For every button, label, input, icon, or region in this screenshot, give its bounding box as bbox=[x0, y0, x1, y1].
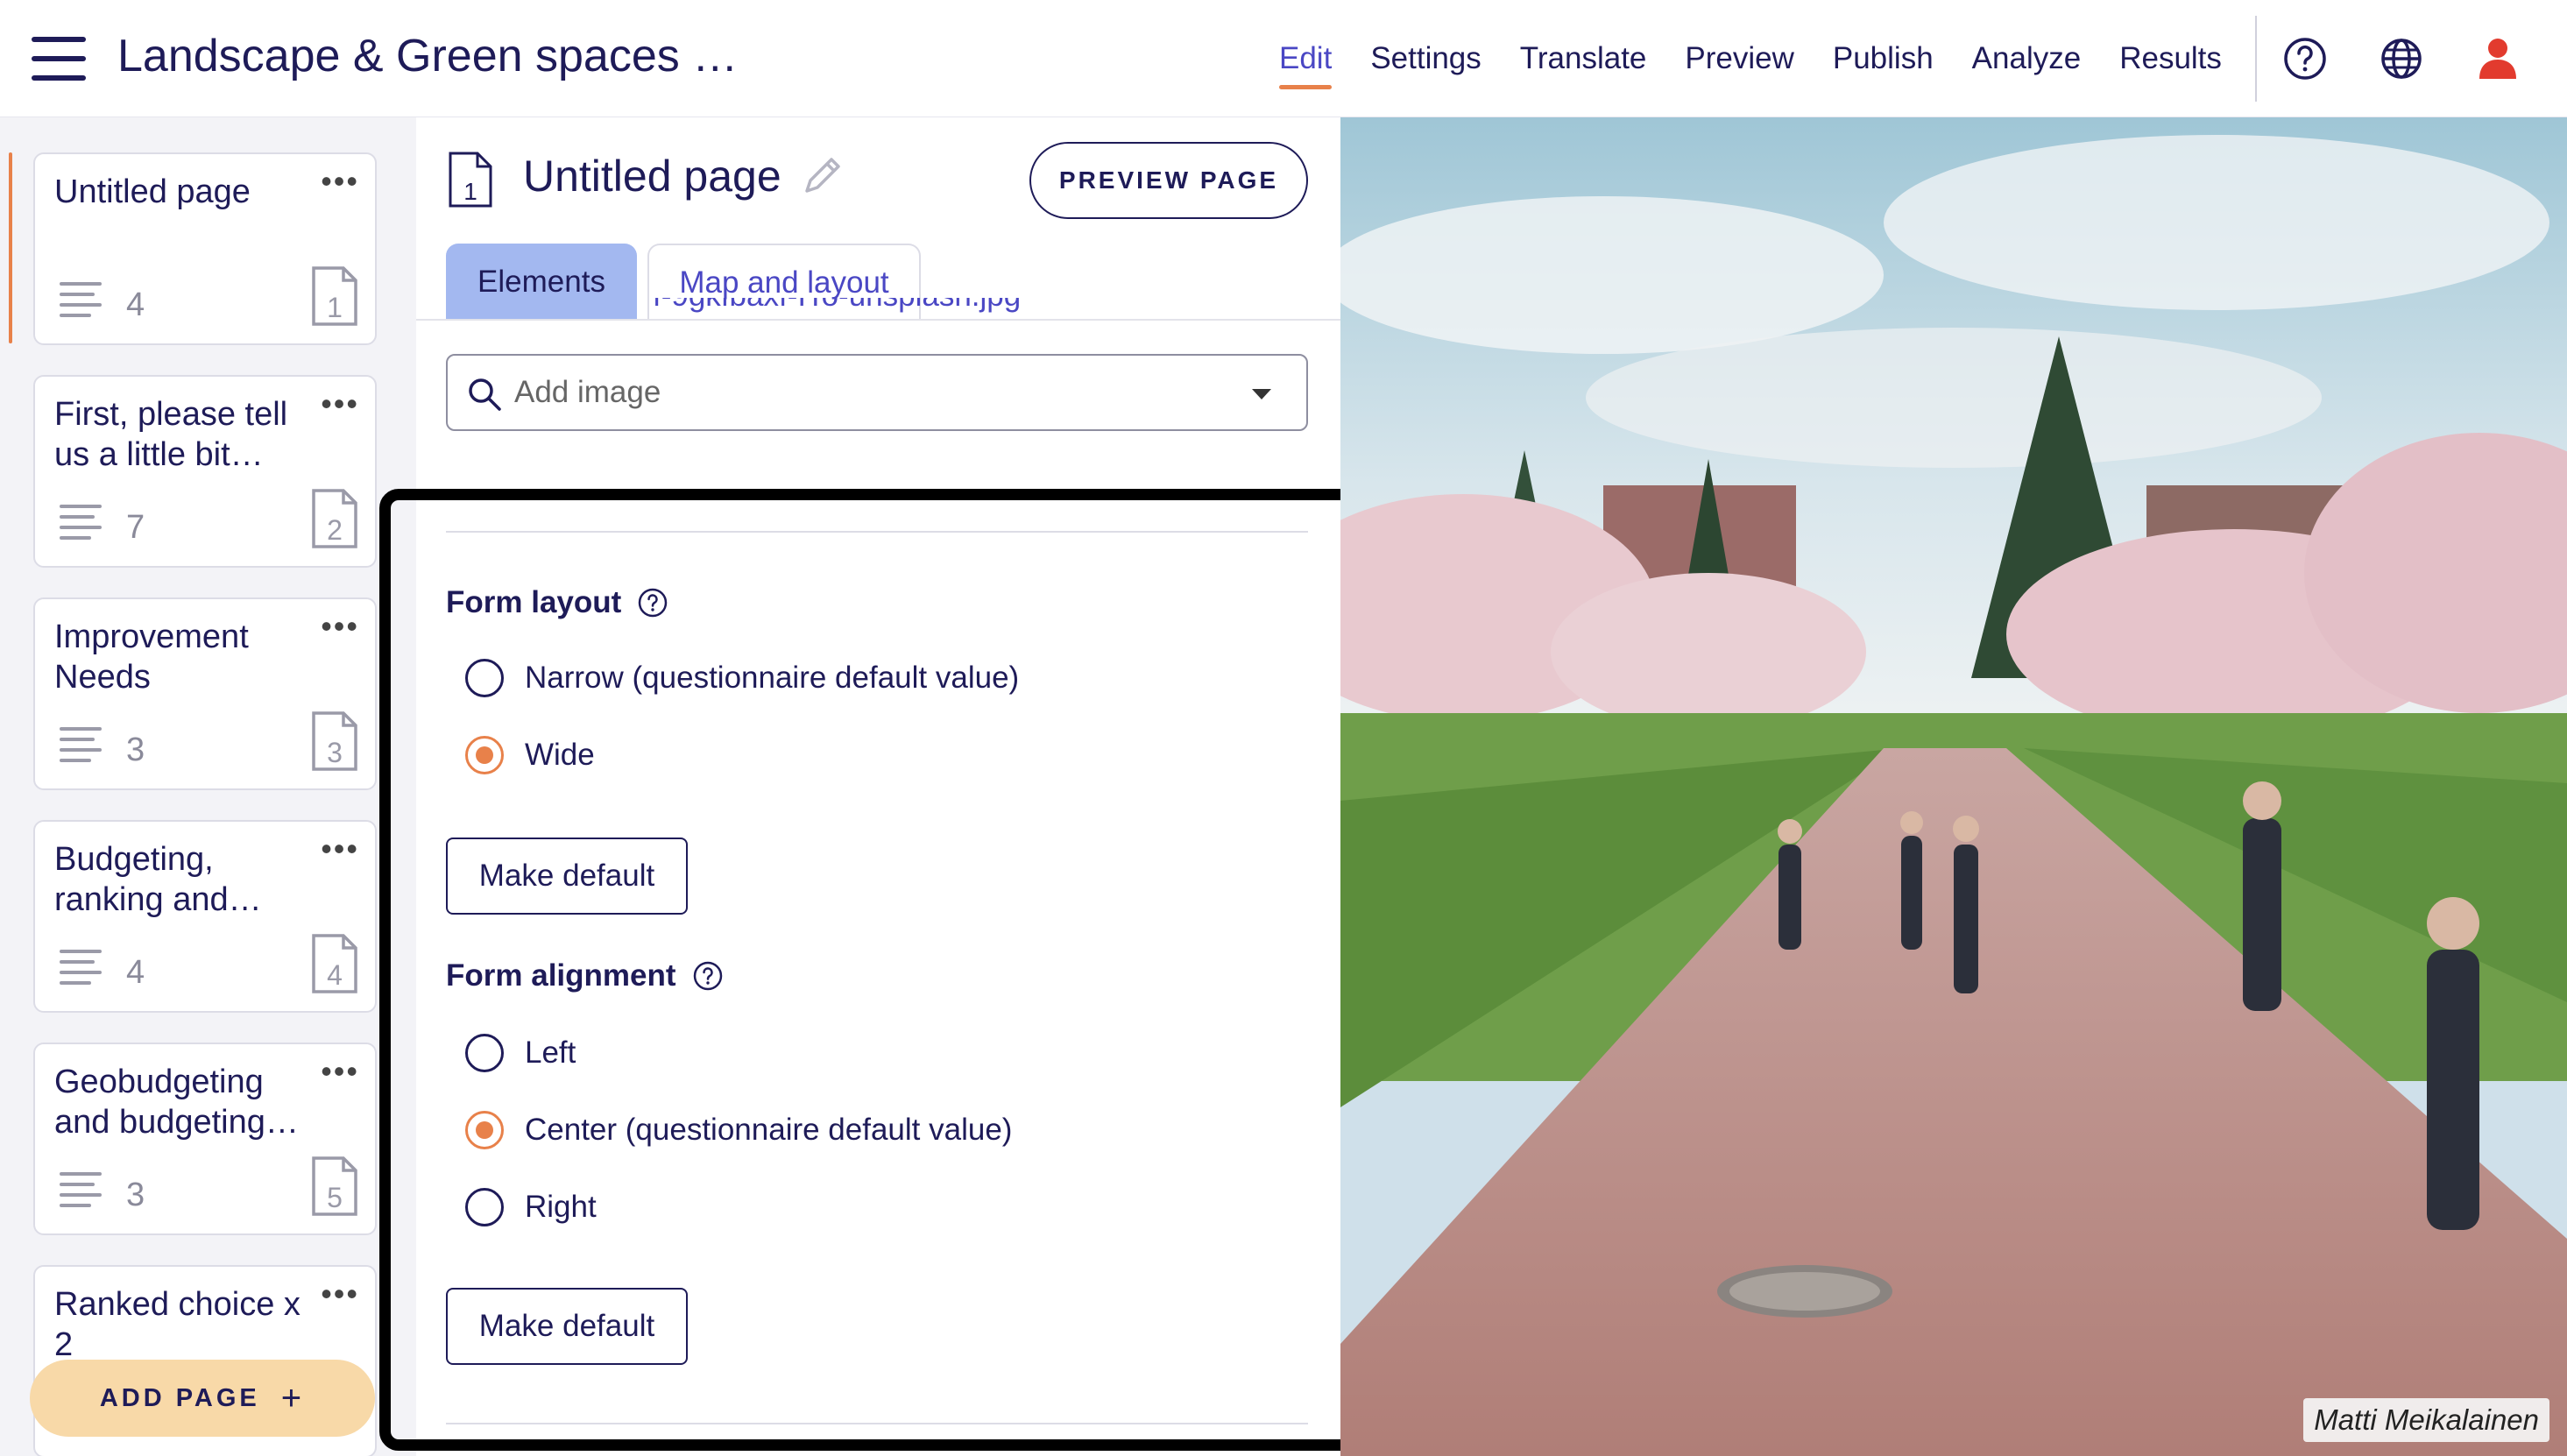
nav-settings[interactable]: Settings bbox=[1370, 0, 1481, 117]
page-doc-icon: 3 bbox=[312, 711, 357, 771]
radio-button[interactable] bbox=[465, 1034, 504, 1072]
top-bar: Landscape & Green spaces … Edit Settings… bbox=[0, 0, 2567, 117]
radio-button[interactable] bbox=[465, 736, 504, 774]
help-circle-icon[interactable] bbox=[637, 587, 668, 618]
page-card-5[interactable]: Geobudgeting and budgeting… ••• 3 5 bbox=[33, 1043, 377, 1235]
more-icon[interactable]: ••• bbox=[321, 1276, 359, 1312]
element-count: 4 bbox=[126, 954, 145, 991]
lines-icon bbox=[60, 1172, 102, 1207]
more-icon[interactable]: ••• bbox=[321, 163, 359, 200]
radio-label: Narrow (questionnaire default value) bbox=[525, 661, 1020, 695]
nav-preview[interactable]: Preview bbox=[1685, 0, 1793, 117]
nav-analyze[interactable]: Analyze bbox=[1972, 0, 2082, 117]
page-card-title: Ranked choice x 2 bbox=[54, 1286, 301, 1363]
search-icon bbox=[469, 378, 501, 411]
page-number: 1 bbox=[463, 178, 477, 205]
radio-button[interactable] bbox=[465, 1111, 504, 1149]
radio-align-center[interactable]: Center (questionnaire default value) bbox=[465, 1111, 1012, 1149]
help-circle-icon[interactable] bbox=[692, 960, 724, 992]
add-page-label: ADD PAGE bbox=[99, 1383, 260, 1412]
element-count: 3 bbox=[126, 1177, 145, 1213]
radio-button[interactable] bbox=[465, 1188, 504, 1226]
page-list: Untitled page ••• 4 1 First, please tell… bbox=[0, 117, 416, 1456]
radio-label: Right bbox=[525, 1190, 597, 1224]
lines-icon bbox=[60, 727, 102, 762]
tab-elements[interactable]: Elements bbox=[446, 244, 637, 321]
app-title: Landscape & Green spaces … bbox=[117, 31, 739, 81]
more-icon[interactable]: ••• bbox=[321, 1053, 359, 1090]
radio-label: Left bbox=[525, 1035, 576, 1070]
top-nav: Edit Settings Translate Preview Publish … bbox=[1279, 0, 2260, 117]
element-count: 7 bbox=[126, 509, 145, 546]
more-icon[interactable]: ••• bbox=[321, 385, 359, 422]
lines-icon bbox=[60, 505, 102, 540]
nav-publish[interactable]: Publish bbox=[1833, 0, 1934, 117]
page-card-2[interactable]: First, please tell us a little bit… ••• … bbox=[33, 375, 377, 568]
page-card-title: Budgeting, ranking and… bbox=[54, 841, 262, 918]
page-card-1[interactable]: Untitled page ••• 4 1 bbox=[33, 152, 377, 345]
preview-page-button[interactable]: PREVIEW PAGE bbox=[1029, 142, 1308, 219]
radio-layout-wide[interactable]: Wide bbox=[465, 736, 595, 774]
image-filename: f-9gkfbaxf-ITo-unsplash.jpg bbox=[653, 298, 1091, 321]
make-default-button[interactable]: Make default bbox=[446, 1288, 688, 1365]
chevron-down-icon bbox=[1252, 389, 1271, 399]
page-card-title: Untitled page bbox=[54, 173, 251, 210]
nav-translate[interactable]: Translate bbox=[1520, 0, 1647, 117]
form-alignment-label: Form alignment bbox=[446, 958, 724, 993]
user-icon[interactable] bbox=[2474, 35, 2521, 82]
page-doc-icon: 4 bbox=[312, 934, 357, 993]
page-card-3[interactable]: Improvement Needs ••• 3 3 bbox=[33, 597, 377, 790]
page-card-4[interactable]: Budgeting, ranking and… ••• 4 4 bbox=[33, 820, 377, 1013]
radio-button[interactable] bbox=[465, 659, 504, 697]
nav-edit[interactable]: Edit bbox=[1279, 0, 1333, 117]
element-count: 4 bbox=[126, 286, 145, 323]
globe-icon[interactable] bbox=[2378, 35, 2425, 82]
page-number: 3 bbox=[327, 737, 343, 768]
page-background-image: Matti Meikalainen bbox=[1340, 117, 2567, 1456]
page-card-title: First, please tell us a little bit… bbox=[54, 396, 288, 473]
photo-credit: Matti Meikalainen bbox=[2303, 1398, 2549, 1442]
radio-label: Center (questionnaire default value) bbox=[525, 1113, 1013, 1147]
page-doc-icon: 5 bbox=[312, 1156, 357, 1216]
lines-icon bbox=[60, 282, 102, 317]
nav-divider bbox=[2255, 16, 2257, 102]
page-doc-icon: 1 bbox=[449, 152, 492, 208]
more-icon[interactable]: ••• bbox=[321, 830, 359, 867]
radio-align-left[interactable]: Left bbox=[465, 1034, 576, 1072]
radio-label: Wide bbox=[525, 738, 595, 772]
menu-icon[interactable] bbox=[32, 37, 86, 81]
page-number: 5 bbox=[327, 1182, 343, 1213]
plus-icon: + bbox=[280, 1378, 306, 1417]
section-divider bbox=[446, 531, 1308, 533]
page-card-title: Geobudgeting and budgeting… bbox=[54, 1064, 299, 1141]
page-editor: 1 Untitled page PREVIEW PAGE Elements Ma… bbox=[416, 117, 1340, 1456]
page-doc-icon: 1 bbox=[312, 266, 357, 326]
help-circle-icon[interactable] bbox=[2281, 35, 2329, 82]
form-layout-label: Form layout bbox=[446, 585, 668, 620]
more-icon[interactable]: ••• bbox=[321, 608, 359, 645]
page-number: 1 bbox=[327, 292, 343, 323]
radio-layout-narrow[interactable]: Narrow (questionnaire default value) bbox=[465, 659, 1019, 697]
add-page-button[interactable]: ADD PAGE + bbox=[30, 1360, 375, 1437]
add-image-placeholder: Add image bbox=[514, 375, 661, 409]
pencil-icon[interactable] bbox=[798, 151, 847, 200]
make-default-button[interactable]: Make default bbox=[446, 838, 688, 915]
radio-align-right[interactable]: Right bbox=[465, 1188, 597, 1226]
section-divider bbox=[446, 1423, 1308, 1424]
element-count: 3 bbox=[126, 732, 145, 768]
add-image-select[interactable]: Add image bbox=[446, 354, 1308, 431]
page-number: 2 bbox=[327, 514, 343, 546]
lines-icon bbox=[60, 950, 102, 985]
active-page-marker bbox=[9, 152, 12, 343]
page-doc-icon: 2 bbox=[312, 489, 357, 548]
page-title: Untitled page bbox=[523, 152, 781, 201]
page-card-title: Improvement Needs bbox=[54, 618, 249, 696]
page-number: 4 bbox=[327, 959, 343, 991]
nav-results[interactable]: Results bbox=[2119, 0, 2222, 117]
campus-photo bbox=[1340, 117, 2567, 1456]
